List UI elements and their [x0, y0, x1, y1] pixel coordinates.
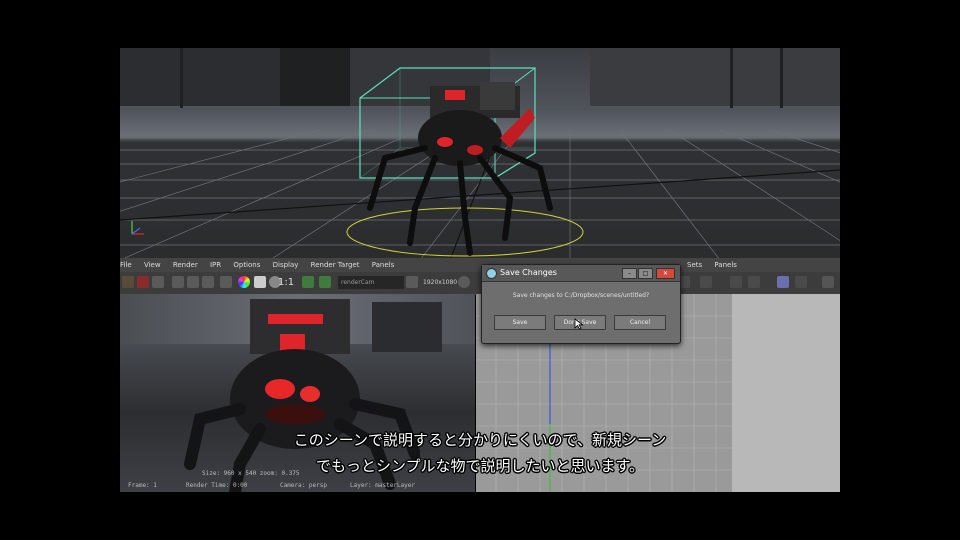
menu-sets[interactable]: Sets	[687, 258, 702, 272]
layout-icon[interactable]	[777, 276, 789, 288]
checker-icon[interactable]	[795, 276, 807, 288]
save-changes-dialog: Save Changes – □ ✕ Save changes to C:/Dr…	[481, 264, 681, 344]
mouse-cursor-icon	[574, 318, 584, 330]
minimize-button[interactable]: –	[622, 268, 637, 279]
menu-panels[interactable]: Panels	[372, 258, 395, 272]
tool-icon[interactable]	[700, 276, 712, 288]
close-button[interactable]: ✕	[656, 268, 675, 279]
background-pole	[730, 48, 733, 108]
snapshot-icon[interactable]	[152, 276, 164, 288]
maximize-button[interactable]: □	[638, 268, 653, 279]
app-icon	[486, 268, 497, 279]
pause-icon[interactable]	[406, 276, 418, 288]
zoom-icon[interactable]	[302, 276, 314, 288]
background-building	[590, 48, 840, 107]
menu-view[interactable]: View	[144, 258, 161, 272]
tool-icon[interactable]	[730, 276, 742, 288]
refresh-icon[interactable]	[187, 276, 199, 288]
video-frame: File View Render IPR Options Display Ren…	[120, 0, 840, 540]
ipr-render-icon[interactable]	[137, 276, 149, 288]
frame-icon[interactable]	[319, 276, 331, 288]
background-doorway	[280, 48, 350, 107]
keep-image-icon[interactable]	[202, 276, 214, 288]
perspective-viewport[interactable]	[120, 48, 840, 258]
render-camera-info: Camera: persp	[280, 482, 327, 489]
ratio-label[interactable]: 1:1	[278, 276, 294, 290]
background-building	[120, 48, 280, 107]
background-pole	[180, 48, 183, 108]
render-view-menubar: File View Render IPR Options Display Ren…	[120, 258, 840, 272]
menu-panels-right[interactable]: Panels	[714, 258, 737, 272]
redo-render-icon[interactable]	[122, 276, 134, 288]
render-layer-info: Layer: masterLayer	[350, 482, 416, 489]
color-channels-icon[interactable]	[238, 276, 250, 288]
subtitle-line-2: でもっとシンプルな物で説明したいと思います。	[315, 457, 645, 475]
save-button[interactable]: Save	[494, 315, 546, 330]
dialog-titlebar[interactable]: Save Changes – □ ✕	[482, 265, 680, 282]
dialog-message: Save changes to C:/Dropbox/scenes/untitl…	[512, 292, 650, 299]
alpha-channel-icon[interactable]	[254, 276, 266, 288]
background-pole	[780, 48, 783, 108]
remove-image-icon[interactable]	[220, 276, 232, 288]
menu-ipr[interactable]: IPR	[210, 258, 221, 272]
panel-toggle-icon[interactable]	[822, 276, 834, 288]
subtitle-line-1: このシーンで説明すると分かりにくいので、新規シーン	[293, 431, 667, 449]
dialog-title: Save Changes	[500, 268, 557, 277]
axis-gizmo-icon	[131, 221, 144, 235]
render-frame-info: Frame: 1	[128, 482, 157, 489]
menu-file[interactable]: File	[120, 258, 132, 272]
tool-icon[interactable]	[748, 276, 760, 288]
render-time-info: Render Time: 0:00	[186, 482, 248, 489]
menu-render[interactable]: Render	[173, 258, 198, 272]
render-region-icon[interactable]	[172, 276, 184, 288]
options-icon[interactable]	[458, 276, 470, 288]
right-panel-menubar: Sets Panels	[682, 258, 742, 272]
render-view-toolbar: 1:1 renderCam 1920x1080	[120, 272, 840, 295]
menu-display[interactable]: Display	[273, 258, 299, 272]
camera-field[interactable]: renderCam	[338, 276, 404, 289]
menu-render-target[interactable]: Render Target	[311, 258, 360, 272]
cancel-button[interactable]: Cancel	[614, 315, 666, 330]
menu-options[interactable]: Options	[233, 258, 260, 272]
robot-model[interactable]	[350, 58, 580, 258]
